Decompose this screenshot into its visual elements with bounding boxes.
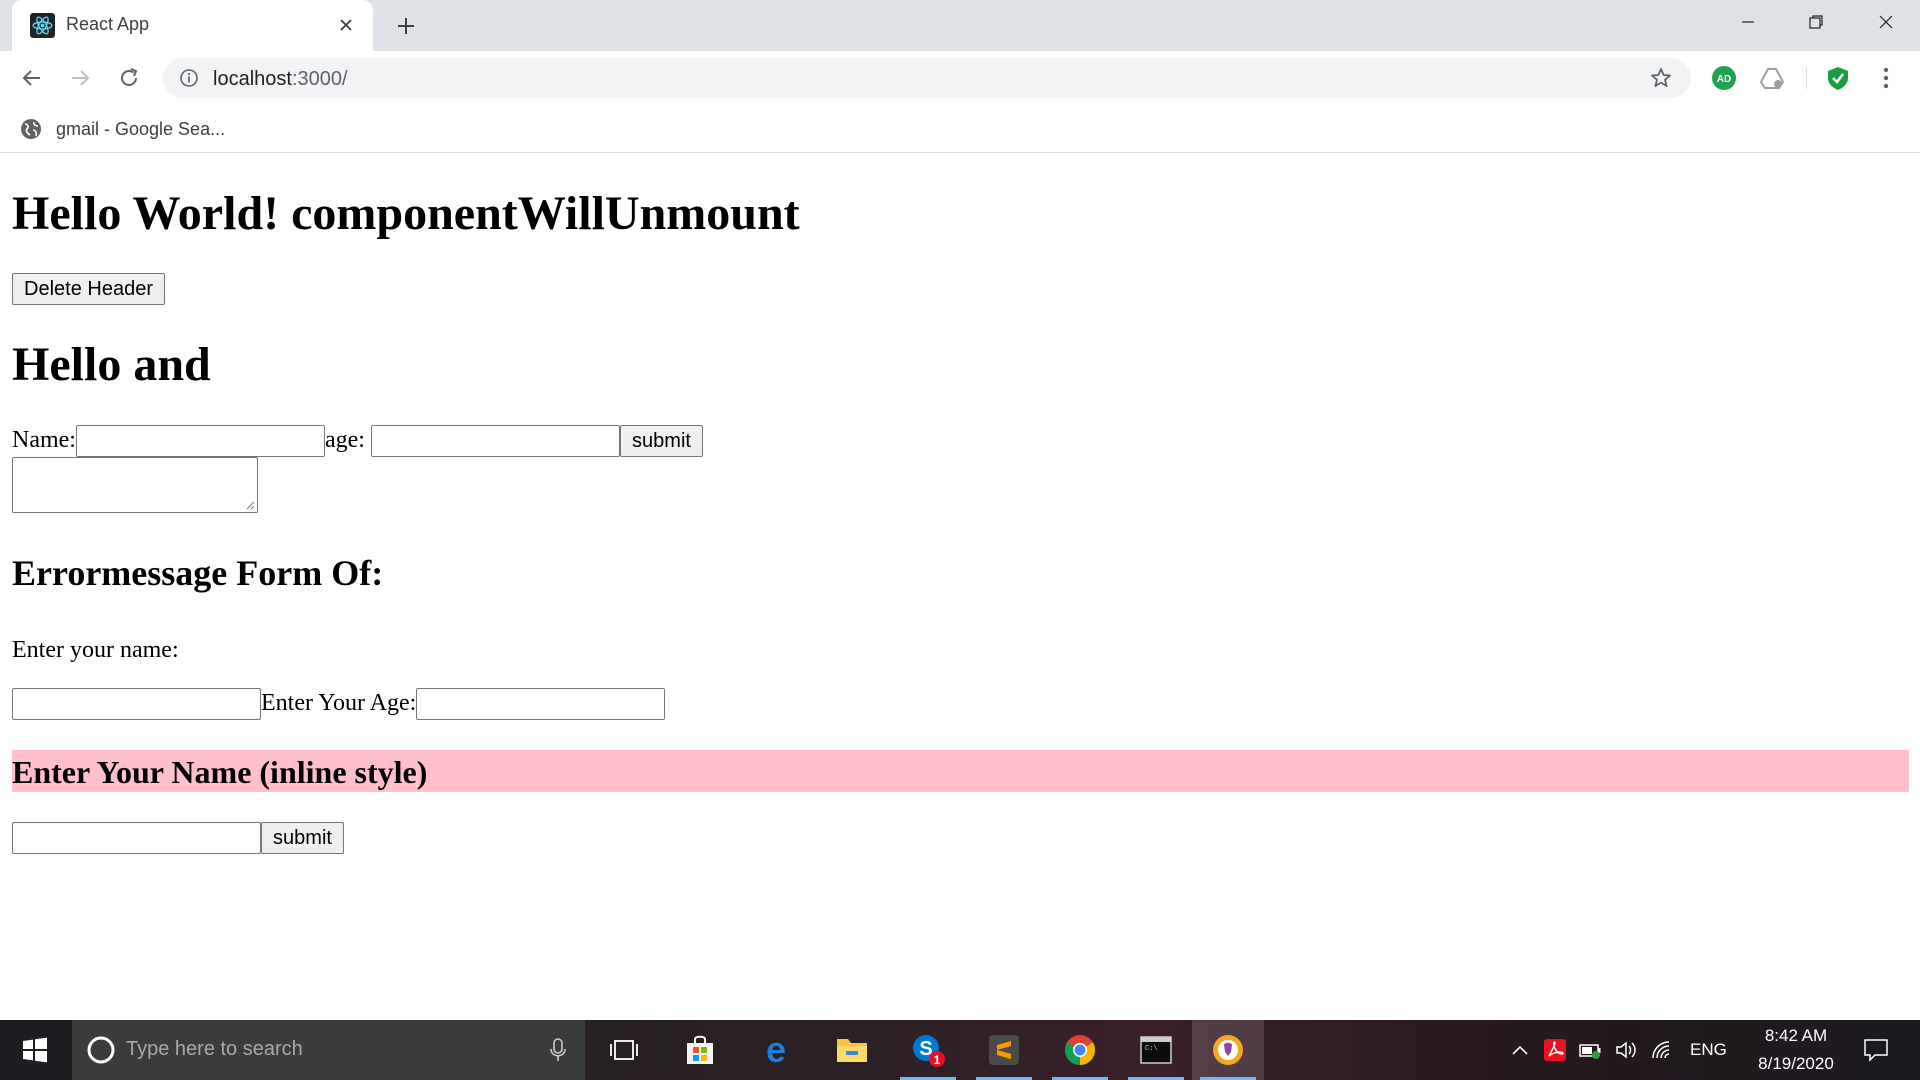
react-icon	[30, 13, 55, 38]
store-icon[interactable]	[664, 1020, 736, 1080]
browser-toolbar: localhost:3000/ AD	[0, 51, 1920, 105]
resize-grip-icon[interactable]	[245, 500, 255, 510]
browser-tabstrip: React App	[0, 0, 1920, 51]
message-textarea[interactable]	[12, 457, 258, 513]
enter-name-input[interactable]	[12, 688, 261, 720]
browser-tab[interactable]: React App	[12, 0, 373, 51]
notifications-icon[interactable]	[1854, 1020, 1898, 1080]
hello-heading: Hello and	[12, 338, 211, 391]
close-tab-icon[interactable]	[333, 12, 359, 38]
shield-check-icon[interactable]	[1824, 64, 1852, 92]
skype-icon[interactable]: S1	[892, 1020, 964, 1080]
reload-icon[interactable]	[113, 62, 145, 94]
windows-start-icon[interactable]	[0, 1020, 70, 1080]
windows-taskbar: Type here to search e S1 C:\ ENG 8:42 AM…	[0, 1020, 1920, 1080]
globe-icon	[21, 119, 41, 139]
forward-icon[interactable]	[64, 62, 96, 94]
inline-submit-button[interactable]: submit	[261, 822, 344, 854]
bookmark-item[interactable]: gmail - Google Sea...	[20, 115, 225, 143]
age-input[interactable]	[371, 425, 620, 457]
page-content: Hello World! componentWillUnmount Delete…	[0, 154, 1920, 1020]
volume-icon[interactable]	[1612, 1020, 1642, 1080]
acrobat-icon[interactable]	[1540, 1020, 1570, 1080]
inline-style-heading: Enter Your Name (inline style)	[12, 754, 428, 790]
battery-icon[interactable]	[1576, 1020, 1606, 1080]
svg-text:AD: AD	[1717, 74, 1731, 85]
brave-icon[interactable]	[1192, 1020, 1264, 1080]
wifi-icon[interactable]	[1648, 1020, 1678, 1080]
main-heading: Hello World! componentWillUnmount	[12, 187, 800, 240]
enter-age-input[interactable]	[416, 688, 665, 720]
task-view-icon[interactable]	[588, 1020, 660, 1080]
file-explorer-icon[interactable]	[816, 1020, 888, 1080]
chrome-icon[interactable]	[1044, 1020, 1116, 1080]
show-hidden-icons-icon[interactable]	[1506, 1020, 1534, 1080]
delete-header-button[interactable]: Delete Header	[12, 273, 165, 305]
taskbar-search-box[interactable]: Type here to search	[72, 1020, 585, 1080]
site-info-icon[interactable]	[179, 68, 199, 88]
enter-name-label: Enter your name:	[12, 637, 179, 663]
bookmark-label: gmail - Google Sea...	[56, 118, 226, 139]
sublime-text-icon[interactable]	[968, 1020, 1040, 1080]
errormessage-heading: Errormessage Form Of:	[12, 553, 384, 593]
clock-date[interactable]: 8/19/2020	[1744, 1054, 1848, 1074]
age-label: age:	[325, 427, 365, 453]
bookmark-star-icon[interactable]	[1649, 66, 1673, 90]
close-window-icon[interactable]	[1852, 0, 1920, 44]
edge-icon[interactable]: e	[740, 1020, 812, 1080]
tab-title: React App	[66, 14, 150, 34]
cortana-icon	[87, 1036, 115, 1064]
skype-badge: 1	[934, 1053, 941, 1067]
clock-time[interactable]: 8:42 AM	[1754, 1026, 1838, 1046]
microphone-icon[interactable]	[544, 1036, 572, 1064]
search-placeholder: Type here to search	[126, 1038, 303, 1060]
bookmarks-bar: gmail - Google Sea...	[0, 105, 1920, 153]
url-text: localhost:3000/	[213, 68, 348, 90]
back-icon[interactable]	[16, 62, 48, 94]
name-input[interactable]	[76, 425, 325, 457]
svg-text:e: e	[766, 1033, 786, 1067]
new-tab-button[interactable]	[391, 11, 421, 41]
toolbar-divider	[1806, 67, 1807, 89]
name-label: Name:	[12, 427, 76, 453]
submit-button[interactable]: submit	[620, 425, 703, 457]
address-bar[interactable]: localhost:3000/	[163, 58, 1691, 98]
drive-icon[interactable]	[1758, 64, 1786, 92]
minimize-icon[interactable]	[1714, 0, 1782, 44]
menu-dots-icon[interactable]	[1872, 64, 1900, 92]
inline-name-input[interactable]	[12, 822, 261, 854]
language-indicator[interactable]: ENG	[1690, 1040, 1727, 1060]
restore-icon[interactable]	[1782, 0, 1850, 44]
svg-text:C:\: C:\	[1145, 1045, 1158, 1053]
terminal-icon[interactable]: C:\	[1120, 1020, 1192, 1080]
enter-age-label: Enter Your Age:	[261, 690, 417, 716]
adguard-icon[interactable]: AD	[1710, 64, 1738, 92]
